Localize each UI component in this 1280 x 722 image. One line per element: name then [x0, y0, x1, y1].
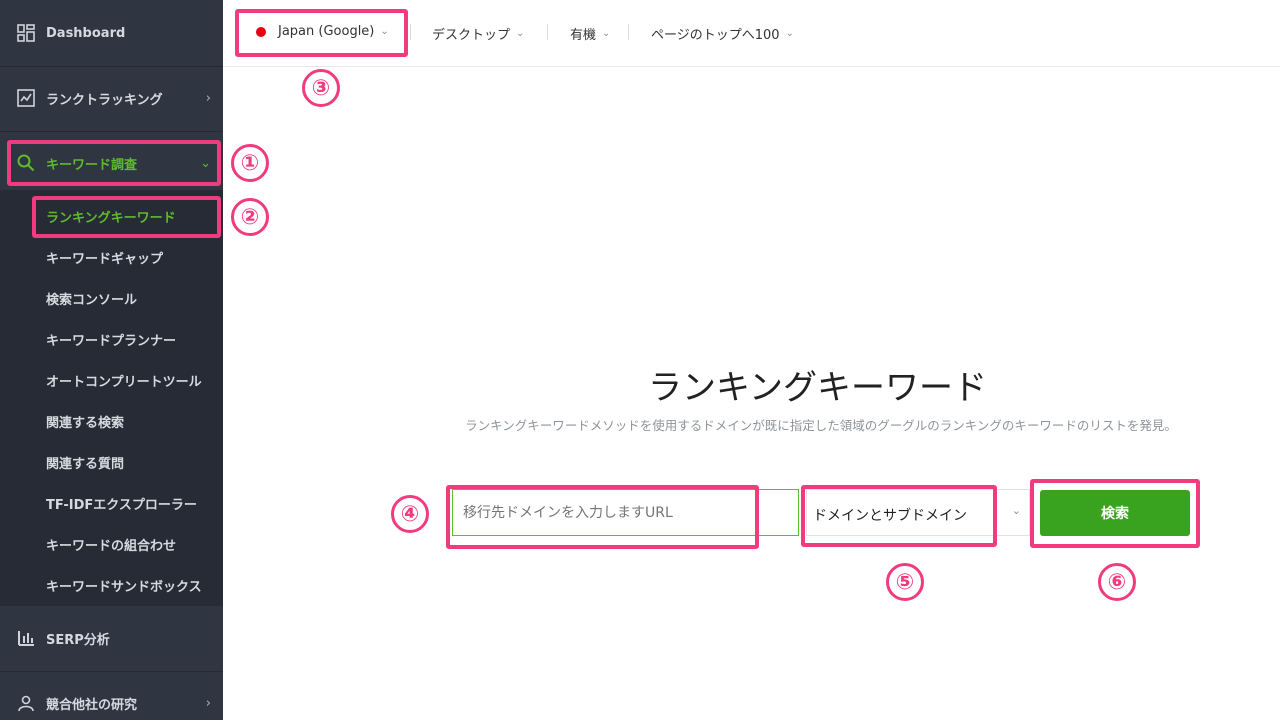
url-input[interactable] [452, 489, 799, 536]
japan-flag-icon [256, 26, 266, 37]
sidebar-subitem-tfidf[interactable]: TF-IDFエクスプローラー [46, 494, 197, 513]
annotation-number-4: ④ [391, 495, 429, 533]
result-type-selector[interactable]: 有機 ⌄ [570, 24, 610, 43]
sidebar-subitem-search-console[interactable]: 検索コンソール [46, 289, 137, 308]
sidebar-item-label: ランクトラッキング [46, 92, 163, 108]
page-description: ランキングキーワードメソッドを使用するドメインが既に指定した領域のグーグルのラン… [465, 418, 1177, 433]
sidebar-item-label: キーワード調査 [46, 157, 138, 173]
dashboard-icon [17, 24, 35, 42]
sidebar-item-label: Dashboard [46, 25, 126, 41]
sidebar-item-competitor-research[interactable]: 競合他社の研究 › [0, 684, 223, 722]
sidebar-subitem-keyword-gap[interactable]: キーワードギャップ [46, 248, 163, 267]
sidebar-item-serp[interactable]: SERP分析 [0, 619, 223, 657]
chevron-down-icon: ⌄ [200, 155, 211, 171]
chevron-down-icon: ⌄ [602, 28, 611, 39]
user-icon [17, 694, 35, 712]
annotation-number-5: ⑤ [886, 563, 924, 601]
annotation-number-2: ② [231, 198, 269, 236]
sidebar-subitem-ranking-keywords[interactable]: ランキングキーワード [46, 207, 176, 226]
sidebar: Dashboard ランクトラッキング › キーワード調査 ⌄ ランキングキーワ… [0, 0, 223, 720]
sidebar-item-dashboard[interactable]: Dashboard [0, 14, 223, 52]
result-type-label: 有機 [570, 28, 597, 43]
location-selector[interactable]: Japan (Google) ⌄ [256, 24, 389, 39]
location-label: Japan (Google) [278, 24, 375, 39]
scope-select-value: ドメインとサブドメイン [813, 508, 967, 524]
depth-selector[interactable]: ページのトップへ100 ⌄ [651, 24, 794, 43]
chevron-right-icon: › [205, 90, 211, 106]
sidebar-subitem-keyword-sandbox[interactable]: キーワードサンドボックス [46, 576, 202, 595]
chevron-down-icon: ⌄ [380, 26, 389, 37]
chevron-down-icon: ⌄ [516, 28, 525, 39]
annotation-number-3: ③ [302, 69, 340, 107]
sidebar-item-rank-tracking[interactable]: ランクトラッキング › [0, 79, 223, 117]
search-button[interactable]: 検索 [1040, 490, 1190, 536]
sidebar-item-keyword-research[interactable]: キーワード調査 ⌄ [0, 144, 223, 182]
chart-icon [17, 89, 35, 107]
annotation-number-6: ⑥ [1098, 563, 1136, 601]
annotation-number-1: ① [231, 144, 269, 182]
sidebar-item-label: SERP分析 [46, 632, 110, 648]
topbar: Japan (Google) ⌄ デスクトップ ⌄ 有機 ⌄ ページのトップへ1… [223, 0, 1280, 67]
bar-chart-icon [17, 629, 35, 647]
sidebar-item-label: 競合他社の研究 [46, 697, 138, 713]
device-label: デスクトップ [432, 28, 511, 43]
page-title: ランキングキーワード [648, 368, 987, 408]
sidebar-subitem-keyword-combiner[interactable]: キーワードの組合わせ [46, 535, 176, 554]
sidebar-subitem-autocomplete[interactable]: オートコンプリートツール [46, 371, 202, 390]
chevron-down-icon: ⌄ [1011, 504, 1021, 517]
chevron-right-icon: › [205, 695, 211, 711]
sidebar-subitem-keyword-planner[interactable]: キーワードプランナー [46, 330, 176, 349]
depth-label: ページのトップへ100 [651, 28, 780, 43]
device-selector[interactable]: デスクトップ ⌄ [432, 24, 524, 43]
scope-select[interactable]: ドメインとサブドメイン ⌄ [806, 489, 1030, 536]
search-icon [17, 154, 35, 172]
sidebar-subitem-related-questions[interactable]: 関連する質問 [46, 453, 124, 472]
chevron-down-icon: ⌄ [785, 28, 794, 39]
sidebar-subitem-related-searches[interactable]: 関連する検索 [46, 412, 124, 431]
